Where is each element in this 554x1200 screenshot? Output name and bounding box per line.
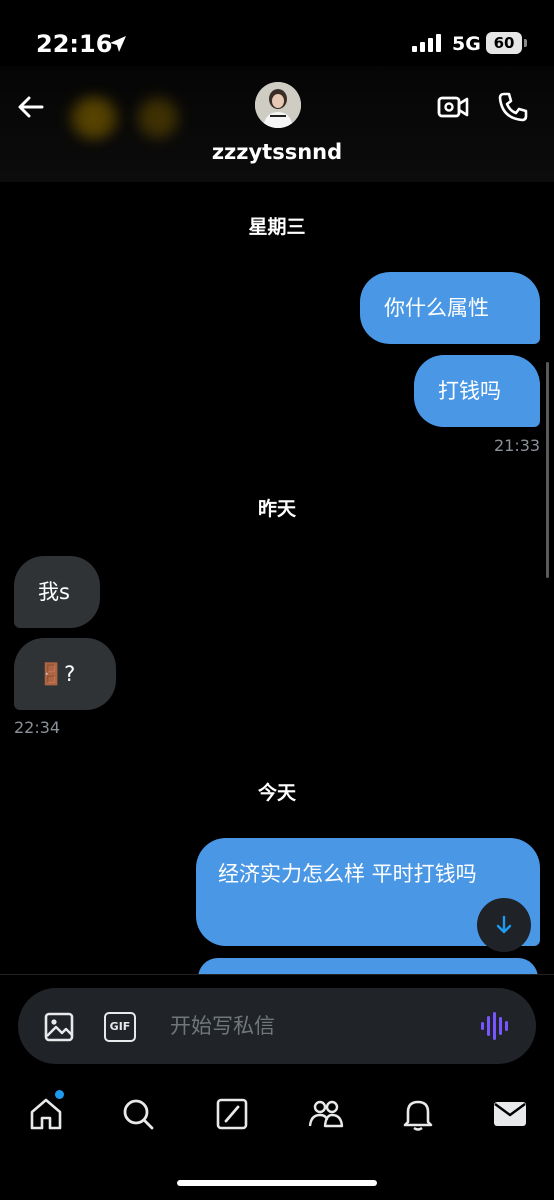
door-emoji: 🚪 [38, 662, 65, 686]
search-icon[interactable] [118, 1094, 158, 1134]
conversation-header: zzzytssnnd [0, 66, 554, 182]
arrow-down-icon [496, 915, 512, 934]
incoming-message[interactable]: 我s [14, 556, 100, 628]
phone-icon[interactable] [496, 90, 530, 124]
incoming-message[interactable]: 🚪? [14, 638, 116, 710]
conversation-username[interactable]: zzzytssnnd [0, 140, 554, 164]
video-call-icon[interactable] [436, 90, 470, 124]
outgoing-message[interactable]: 你什么属性 [360, 272, 540, 344]
day-separator: 星期三 [248, 216, 306, 238]
blurred-decoration [78, 98, 118, 138]
voice-message-icon[interactable] [478, 1008, 514, 1044]
grok-icon[interactable] [212, 1094, 252, 1134]
scroll-to-bottom-button[interactable] [477, 898, 531, 952]
home-indicator [177, 1180, 377, 1186]
back-arrow-icon[interactable] [14, 90, 48, 124]
scrollbar[interactable] [546, 362, 549, 578]
notification-dot [55, 1090, 64, 1099]
battery-tip [524, 39, 527, 47]
image-icon[interactable] [42, 1010, 76, 1044]
home-icon[interactable] [26, 1094, 66, 1134]
blurred-decoration [138, 98, 178, 138]
battery-icon: 60 [486, 32, 522, 54]
network-type: 5G [452, 33, 481, 55]
messages-icon[interactable] [490, 1094, 530, 1134]
status-time: 22:16 [36, 30, 113, 58]
day-separator: 今天 [257, 782, 296, 804]
message-input[interactable] [170, 1006, 460, 1046]
avatar[interactable] [255, 82, 301, 128]
message-timestamp: 22:34 [14, 718, 61, 737]
incoming-message-text: ? [64, 662, 76, 686]
outgoing-message[interactable]: 打钱吗 [414, 355, 540, 427]
message-timestamp: 21:33 [494, 436, 541, 455]
gif-icon[interactable]: GIF [104, 1012, 136, 1042]
location-arrow-icon [110, 36, 126, 52]
communities-icon[interactable] [306, 1094, 346, 1134]
signal-bars-icon [412, 34, 441, 52]
day-separator: 昨天 [257, 498, 296, 520]
notifications-icon[interactable] [398, 1094, 438, 1134]
